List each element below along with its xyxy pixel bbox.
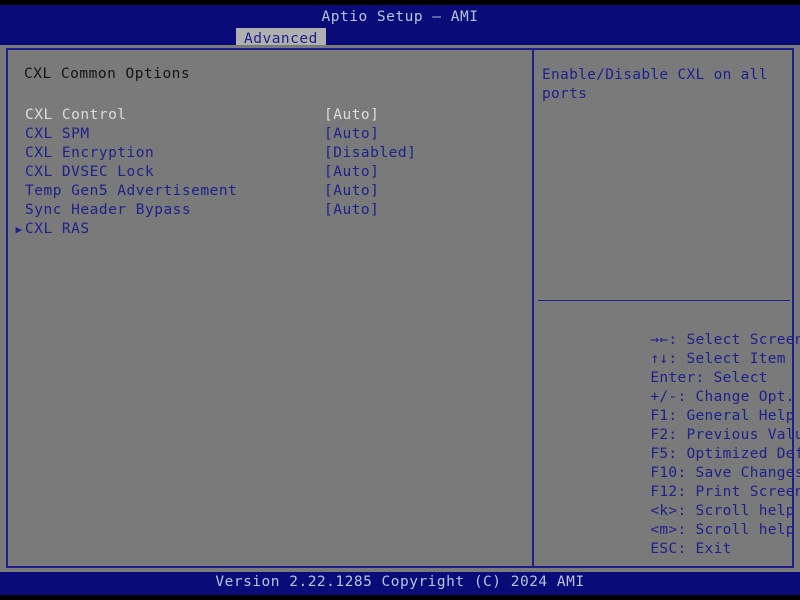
shortcut-key: Enter: [650, 370, 696, 386]
shortcut-action: : Exit: [677, 541, 732, 557]
shortcut-key: ESC: [650, 541, 678, 557]
setting-value[interactable]: [Auto]: [324, 163, 379, 182]
setting-label: CXL Control: [25, 107, 127, 123]
help-divider: [538, 300, 790, 301]
setting-label: Temp Gen5 Advertisement: [25, 183, 238, 199]
setting-value[interactable]: [Auto]: [324, 125, 379, 144]
shortcut-action: : Save Changes & Reset: [677, 465, 800, 481]
shortcut-key: ↑↓: [650, 351, 669, 367]
setting-row-cxl-spm[interactable]: CXL SPM [Auto]: [8, 125, 532, 144]
shortcut-key: →←: [650, 332, 669, 348]
shortcut-action: : Scroll help area downwards: [677, 522, 795, 538]
section-heading: CXL Common Options: [24, 66, 191, 82]
keyboard-shortcuts-list: →←: Select Screen ↑↓: Select Item Enter:…: [542, 312, 800, 557]
setting-value[interactable]: [Auto]: [324, 106, 379, 125]
shortcut-action: : Select Item: [668, 351, 786, 367]
setting-label: Sync Header Bypass: [25, 202, 192, 218]
setting-row-cxl-control[interactable]: CXL Control [Auto]: [8, 106, 532, 125]
setting-row-cxl-encryption[interactable]: CXL Encryption [Disabled]: [8, 144, 532, 163]
shortcut-action: : Change Opt.: [677, 389, 795, 405]
shortcut-action: : Optimized Defaults: [668, 446, 800, 462]
setting-label: CXL DVSEC Lock: [25, 164, 155, 180]
title-bar: Aptio Setup – AMI Advanced: [0, 5, 800, 50]
help-description: Enable/Disable CXL on all ports: [542, 67, 768, 102]
shortcut-select-screen: →←: Select Screen: [542, 312, 800, 348]
app-title: Aptio Setup – AMI: [321, 9, 479, 25]
setting-label: CXL RAS: [25, 221, 90, 237]
setting-value[interactable]: [Auto]: [324, 201, 379, 220]
shortcut-action: : Previous Values: [668, 427, 800, 443]
setting-row-sync-header-bypass[interactable]: Sync Header Bypass [Auto]: [8, 201, 532, 220]
setting-row-cxl-dvsec-lock[interactable]: CXL DVSEC Lock [Auto]: [8, 163, 532, 182]
submenu-arrow-icon: ▶: [15, 223, 23, 236]
setting-label: CXL Encryption: [25, 145, 155, 161]
setting-value[interactable]: [Disabled]: [324, 144, 416, 163]
setting-row-cxl-ras[interactable]: ▶ CXL RAS: [8, 220, 532, 239]
content-frame: CXL Common Options CXL Control [Auto] CX…: [6, 48, 800, 568]
shortcut-key: <k>: [650, 503, 678, 519]
setting-row-temp-gen5-advertisement[interactable]: Temp Gen5 Advertisement [Auto]: [8, 182, 532, 201]
shortcut-key: +/-: [650, 389, 678, 405]
footer-bar: Version 2.22.1285 Copyright (C) 2024 AMI: [0, 572, 800, 595]
help-panel: Enable/Disable CXL on all ports →←: Sele…: [534, 50, 800, 566]
shortcut-key: F5: [650, 446, 669, 462]
shortcut-key: F12: [650, 484, 678, 500]
setting-value[interactable]: [Auto]: [324, 182, 379, 201]
settings-list: CXL Control [Auto] CXL SPM [Auto] CXL En…: [8, 106, 532, 239]
shortcut-action: : Select Screen: [668, 332, 800, 348]
bios-setup-screen: Aptio Setup – AMI Advanced CXL Common Op…: [0, 0, 800, 600]
shortcut-key: <m>: [650, 522, 678, 538]
shortcut-action: : Scroll help area upwards: [677, 503, 795, 519]
shortcut-key: F1: [650, 408, 669, 424]
shortcut-action: : Select: [695, 370, 768, 386]
shortcut-key: F2: [650, 427, 669, 443]
body-area: CXL Common Options CXL Control [Auto] CX…: [0, 45, 800, 572]
shortcut-key: F10: [650, 465, 678, 481]
shortcut-action: : General Help: [668, 408, 795, 424]
version-copyright-text: Version 2.22.1285 Copyright (C) 2024 AMI: [215, 574, 585, 590]
shortcut-action: : Print Screen: [677, 484, 800, 500]
setting-label: CXL SPM: [25, 126, 90, 142]
settings-panel: CXL Common Options CXL Control [Auto] CX…: [8, 50, 532, 566]
